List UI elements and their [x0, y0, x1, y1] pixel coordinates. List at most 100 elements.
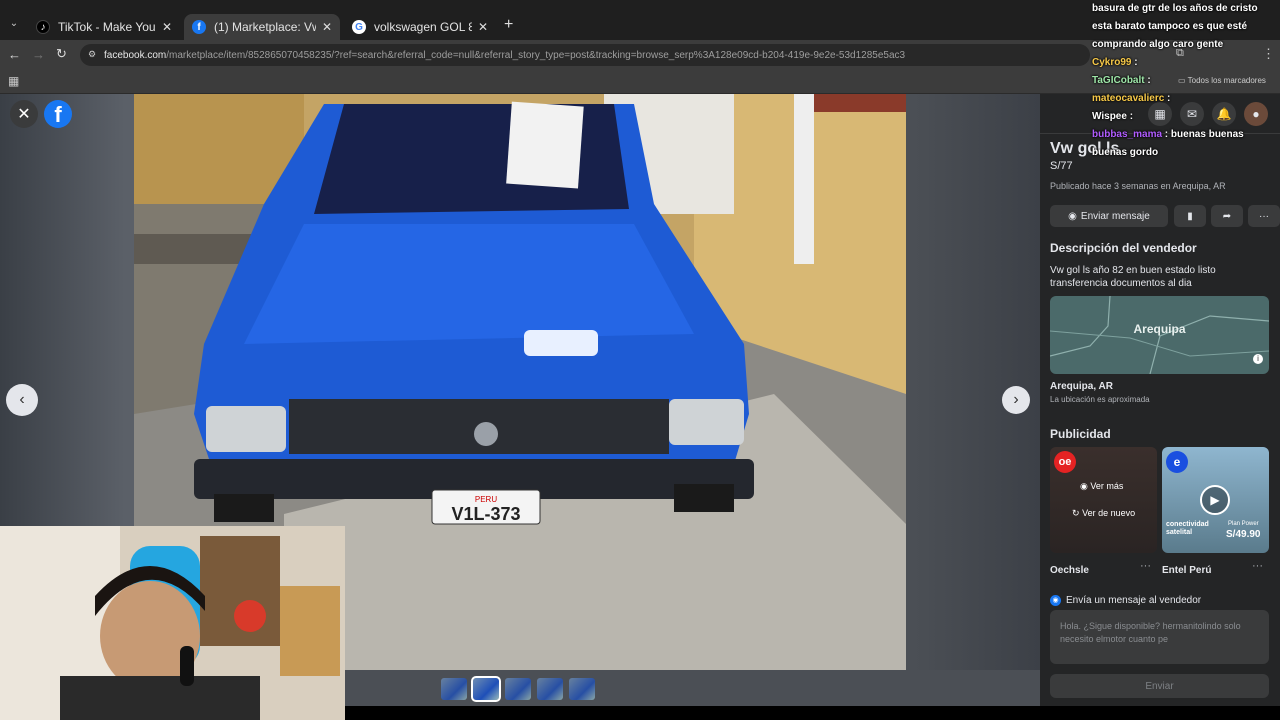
photo-thumbnail[interactable]: [471, 676, 501, 702]
new-tab-button[interactable]: +: [504, 16, 513, 34]
chat-text: :: [1126, 111, 1134, 122]
tab-tiktok[interactable]: ♪ TikTok - Make Your Day ✕: [28, 14, 180, 40]
ad-entel-name[interactable]: Entel Perú: [1162, 565, 1211, 576]
facebook-icon: f: [192, 20, 206, 34]
chat-message: bubbas_mama : buenas buenas: [1092, 126, 1280, 144]
ad-see-more-label: Ver más: [1090, 481, 1124, 491]
plate-country: PERU: [475, 495, 497, 504]
chat-text: : buenas buenas: [1162, 129, 1244, 140]
listing-published: Publicado hace 3 semanas en Arequipa, AR: [1050, 181, 1226, 191]
chat-text: buenas gordo: [1092, 147, 1159, 158]
entel-promo-price: S/49.90: [1226, 529, 1261, 540]
share-button[interactable]: ➦: [1211, 205, 1243, 227]
photo-thumbnail[interactable]: [505, 678, 531, 700]
info-icon[interactable]: i: [1253, 354, 1263, 364]
ad-replay-label: Ver de nuevo: [1082, 508, 1136, 518]
entel-promo-caption: conectividad satelital: [1166, 521, 1209, 536]
ad-oechsle-name[interactable]: Oechsle: [1050, 565, 1089, 576]
google-icon: G: [352, 20, 366, 34]
chevron-right-icon: ›: [1013, 391, 1019, 408]
ad-oechsle-card[interactable]: oe ◉ Ver más ↻ Ver de nuevo: [1050, 447, 1157, 553]
bookmark-icon: ▮: [1187, 210, 1193, 222]
ad-replay[interactable]: ↻ Ver de nuevo: [1072, 508, 1135, 519]
previous-photo-button[interactable]: ‹: [6, 384, 38, 416]
chat-message: TaGICobalt :: [1092, 72, 1280, 90]
url-host: facebook.com: [104, 49, 167, 61]
thumbnail-strip: [345, 670, 1040, 706]
tab-google-search[interactable]: G volkswagen GOL 86 - Buscar co ✕: [344, 14, 496, 40]
next-photo-button[interactable]: ›: [1002, 386, 1030, 414]
tiktok-icon: ♪: [36, 20, 50, 34]
tab-title: volkswagen GOL 86 - Buscar co: [374, 20, 472, 34]
tab-title: TikTok - Make Your Day: [58, 20, 156, 34]
site-info-icon[interactable]: ⚙: [88, 49, 96, 60]
tab-search-icon[interactable]: ⌄: [6, 18, 22, 34]
browser-tab-bar: ⌄ ♪ TikTok - Make Your Day ✕ f (1) Marke…: [0, 0, 1280, 40]
entel-promo-plan: Plan Power: [1228, 521, 1259, 527]
message-heading: Envía un mensaje al vendedor: [1066, 595, 1202, 606]
chat-text: :: [1131, 57, 1138, 68]
description-text: Vw gol ls año 82 en buen estado listo tr…: [1050, 265, 1216, 289]
tab-title: (1) Marketplace: Vw gol ls | Face: [214, 20, 316, 34]
chat-text: :: [1144, 75, 1151, 86]
ad-see-more[interactable]: ◉ Ver más: [1080, 481, 1123, 492]
send-message-button[interactable]: ◉ Enviar mensaje: [1050, 205, 1168, 227]
chat-username: bubbas_mama: [1092, 129, 1163, 140]
chat-username: Wispee: [1092, 111, 1127, 122]
address-toolbar: ← → ↻ ⚙ facebook.com/marketplace/item/85…: [0, 40, 1280, 70]
chat-username: Cykro99: [1092, 57, 1132, 68]
ads-heading: Publicidad: [1050, 427, 1111, 441]
facebook-logo[interactable]: f: [44, 100, 72, 128]
location-note: La ubicación es aproximada: [1050, 395, 1150, 404]
play-icon[interactable]: ▶: [1200, 485, 1230, 515]
close-tab-icon[interactable]: ✕: [478, 20, 488, 34]
chat-message: basura de gtr de los años de cristo: [1092, 0, 1280, 18]
license-plate: V1L-373: [451, 504, 520, 524]
location-map[interactable]: Arequipa i: [1050, 296, 1269, 374]
listing-location: Arequipa, AR: [1050, 381, 1113, 392]
url-bar[interactable]: ⚙ facebook.com/marketplace/item/85286507…: [80, 44, 1090, 66]
apps-icon[interactable]: ▦: [8, 74, 19, 88]
listing-price: S/77: [1050, 160, 1073, 172]
chat-text: basura de gtr de los años de cristo: [1092, 3, 1258, 14]
share-icon: ➦: [1222, 210, 1232, 222]
message-input[interactable]: Hola. ¿Sigue disponible? hermanitolindo …: [1050, 610, 1269, 664]
chat-username: TaGICobalt: [1092, 75, 1145, 86]
close-tab-icon[interactable]: ✕: [322, 20, 332, 34]
ad-oechsle-options-icon[interactable]: ···: [1140, 560, 1151, 572]
chat-message: mateocavalierc :: [1092, 90, 1280, 108]
stream-chat-overlay: basura de gtr de los años de cristo esta …: [1092, 0, 1280, 160]
entel-logo: e: [1166, 451, 1188, 473]
video-icon: ◉: [1080, 481, 1088, 491]
description-heading: Descripción del vendedor: [1050, 241, 1197, 255]
chat-text: :: [1164, 93, 1171, 104]
webcam-illustration: [0, 526, 345, 720]
close-icon: ✕: [17, 106, 31, 123]
url-path: /marketplace/item/852865070458235/?ref=s…: [166, 49, 906, 61]
chat-message: comprando algo caro gente: [1092, 36, 1280, 54]
more-options-button[interactable]: ···: [1248, 205, 1280, 227]
replay-icon: ↻: [1072, 508, 1080, 518]
save-button[interactable]: ▮: [1174, 205, 1206, 227]
tab-marketplace[interactable]: f (1) Marketplace: Vw gol ls | Face ✕: [184, 14, 340, 40]
messenger-icon: ◉: [1068, 210, 1077, 222]
send-button[interactable]: Enviar: [1050, 674, 1269, 698]
reload-icon[interactable]: ↻: [56, 46, 67, 62]
chevron-left-icon: ‹: [19, 391, 25, 408]
ad-entel-options-icon[interactable]: ···: [1252, 560, 1263, 572]
chat-message: Wispee :: [1092, 108, 1280, 126]
listing-details-panel: ▦ ✉ 🔔 ● Vw gol ls S/77 Publicado hace 3 …: [1040, 94, 1280, 706]
ad-entel-card[interactable]: e ▶ conectividad satelital Plan Power S/…: [1162, 447, 1269, 553]
chat-message: esta barato tampoco es que esté: [1092, 18, 1280, 36]
back-icon[interactable]: ←: [8, 47, 21, 62]
forward-icon[interactable]: →: [32, 47, 45, 62]
close-viewer-button[interactable]: ✕: [10, 100, 38, 128]
photo-thumbnail[interactable]: [537, 678, 563, 700]
ellipsis-icon: ···: [1259, 210, 1269, 222]
close-tab-icon[interactable]: ✕: [162, 20, 172, 34]
chat-text: esta barato tampoco es que esté: [1092, 21, 1248, 32]
photo-thumbnail[interactable]: [441, 678, 467, 700]
chat-username: mateocavalierc: [1092, 93, 1165, 104]
chat-text: comprando algo caro gente: [1092, 39, 1224, 50]
photo-thumbnail[interactable]: [569, 678, 595, 700]
